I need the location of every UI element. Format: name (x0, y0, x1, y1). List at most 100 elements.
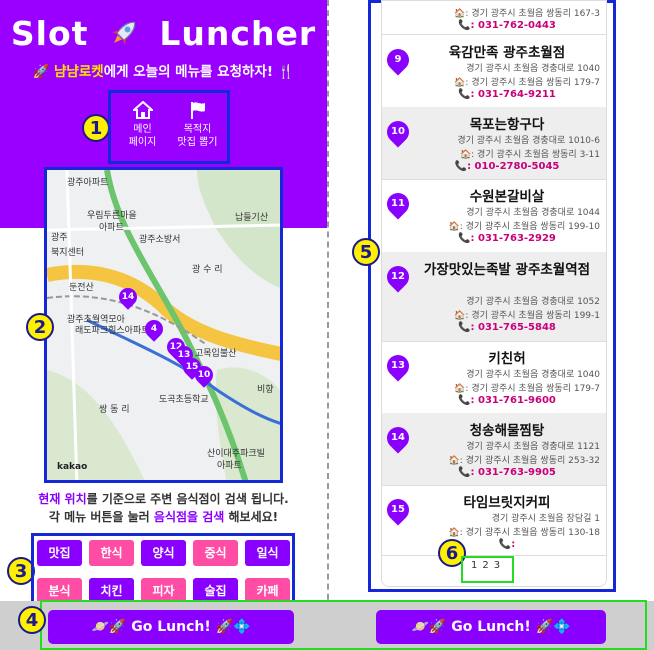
location-pin-icon: 9 (382, 44, 414, 76)
item-address-jibun: 🏠: 경기 광주시 초월읍 쌍동리 199-1 (454, 311, 600, 321)
pagination: 123 (463, 560, 513, 571)
map-label: 래도파크힐스아파트 (75, 326, 150, 336)
item-address-jibun: 🏠: 경기 광주시 초월읍 쌍동리 253-32 (448, 456, 600, 466)
item-address-jibun: 🏠: 경기 광주시 초월읍 쌍동리 3-11 (459, 150, 600, 160)
list-item[interactable]: 13 키친허경기 광주시 초월읍 경충대로 1040 🏠: 경기 광주시 초월읍 쌍… (382, 341, 606, 414)
item-name: 수원본갈비살 (469, 189, 545, 205)
item-phone: 📞: 010-2780-5045 (454, 161, 560, 172)
home-icon (132, 101, 153, 119)
item-phone: 📞: 031-765-5848 (458, 322, 556, 333)
map-label: 광주아파트 (67, 178, 109, 188)
item-phone: 📞: 031-761-9600 (458, 395, 556, 406)
annotation-badge-1: 1 (82, 114, 110, 142)
desc-search: 음식점을 검색 (153, 510, 225, 524)
item-phone: 📞: 031-762-0443 (458, 20, 556, 31)
location-pin-icon: 14 (382, 422, 414, 454)
category-button[interactable]: 양식 (141, 540, 186, 566)
item-address-jibun: 🏠: 경기 광주시 초월읍 쌍동리 179-7 (454, 78, 600, 88)
nav-random-label-1: 목적지 (183, 124, 212, 135)
desc-line2-a: 각 메뉴 버튼을 눌러 (48, 510, 154, 524)
list-item[interactable]: 15 타임브릿지커피경기 광주시 초월읍 장담길 1 🏠: 경기 광주시 초월읍 쌍… (382, 485, 606, 556)
list-item[interactable]: 14 청송해물찜탕경기 광주시 초월읍 경충대로 1121 🏠: 경기 광주시 초월… (382, 413, 606, 486)
map-label: 광주 (51, 233, 68, 243)
item-phone: 📞: 031-763-2929 (458, 233, 556, 244)
item-address-road: 경기 광주시 초월읍 경충대로 1121 (466, 442, 600, 452)
item-address-road: 경기 광주시 초월읍 경충대로 1040 (466, 64, 600, 74)
desc-line2-c: 해보세요! (224, 510, 279, 524)
map-marker[interactable]: 10 (191, 362, 217, 388)
map-label: 납들기산 (235, 213, 269, 223)
subtitle-text: 에게 오늘의 메뉴를 요청하자! (103, 64, 273, 80)
annotation-badge-5: 5 (352, 238, 380, 266)
map-label: 광주소방서 (139, 235, 181, 245)
list-item[interactable]: 9 육감만족 광주초월점경기 광주시 초월읍 경충대로 1040 🏠: 경기 광주시… (382, 35, 606, 108)
item-address-jibun: 🏠: 경기 광주시 초월읍 쌍동리 167-3 (454, 9, 600, 19)
list-item[interactable]: 10 목포는항구다경기 광주시 초월읍 경충대로 1010-6 🏠: 경기 광주시 … (382, 107, 606, 180)
rocket-icon (107, 14, 141, 53)
map-label: 고목입불산 (195, 349, 237, 359)
category-button[interactable]: 일식 (245, 540, 290, 566)
item-address-road: 경기 광주시 초월읍 장담길 1 (491, 514, 600, 524)
location-pin-icon: 15 (382, 494, 414, 526)
map-label: 비향 (257, 385, 274, 395)
map-label: 둔전산 (69, 283, 94, 293)
desc-current-location: 현재 위치 (38, 492, 87, 506)
subtitle-highlight: 냠냠로켓 (54, 64, 104, 80)
result-list[interactable]: 🏠: 경기 광주시 초월읍 쌍동리 167-3 📞: 031-762-0443 … (381, 0, 607, 587)
description: 현재 위치를 기준으로 주변 음식점이 검색 됩니다. 각 메뉴 버튼을 눌러 … (0, 490, 327, 526)
nav-main-label-2: 페이지 (128, 137, 157, 148)
subtitle: 🚀 냠냠로켓에게 오늘의 메뉴를 요청하자! 🍴 (0, 60, 327, 80)
page-2[interactable]: 2 (482, 560, 493, 571)
map-label: 아파트 (217, 461, 242, 471)
flag-icon (190, 102, 205, 119)
nav-box: 메인 페이지 목적지 맛집 뽑기 (108, 90, 230, 164)
page-3[interactable]: 3 (494, 560, 505, 571)
small-rocket-icon: 🚀 (32, 64, 50, 80)
title-right: Luncher (159, 14, 317, 53)
location-pin-icon: 13 (382, 350, 414, 382)
panel-divider (327, 0, 329, 650)
category-button[interactable]: 중식 (193, 540, 238, 566)
map-label: 아파트 (99, 223, 124, 233)
category-button[interactable]: 맛집 (37, 540, 82, 566)
map-marker[interactable]: 14 (115, 284, 141, 310)
item-name: 키친허 (488, 351, 526, 367)
map-label: 도곡초등학교 (159, 395, 209, 405)
list-item[interactable]: 11 수원본갈비살경기 광주시 초월읍 경충대로 1044 🏠: 경기 광주시 초월… (382, 179, 606, 253)
map-label: 쌍 동 리 (99, 405, 130, 415)
item-name: 가장맛있는족발 광주초월역점 (423, 262, 591, 278)
item-address-road: 경기 광주시 초월읍 경충대로 1052 (466, 297, 600, 307)
annotation-badge-4: 4 (18, 606, 46, 634)
nav-random-label-2: 맛집 뽑기 (177, 137, 218, 148)
app-title: Slot Luncher (0, 14, 327, 53)
map-view[interactable]: 광주아파트 우림두른마을 아파트 광주소방서 납들기산 광주 북지센터 광 수 … (44, 167, 283, 483)
item-address-jibun: 🏠: 경기 광주시 초월읍 쌍동리 199-10 (448, 222, 600, 232)
item-name: 타임브릿지커피 (463, 495, 551, 511)
map-marker[interactable]: 4 (141, 316, 167, 342)
map-label: 북지센터 (51, 248, 85, 258)
location-pin-icon: 10 (382, 116, 414, 148)
nav-main-page[interactable]: 메인 페이지 (115, 93, 170, 161)
list-item[interactable]: 🏠: 경기 광주시 초월읍 쌍동리 167-3 📞: 031-762-0443 (382, 1, 606, 35)
desc-line1: 를 기준으로 주변 음식점이 검색 됩니다. (86, 492, 289, 506)
item-name: 청송해물찜탕 (469, 423, 545, 439)
category-button[interactable]: 한식 (89, 540, 134, 566)
location-pin-icon: 12 (382, 261, 414, 293)
item-address-road: 경기 광주시 초월읍 경충대로 1010-6 (457, 136, 600, 146)
item-name: 목포는항구다 (469, 117, 545, 133)
fork-knife-icon: 🍴 (277, 64, 295, 80)
item-address-road: 경기 광주시 초월읍 경충대로 1040 (466, 370, 600, 380)
map-label: 광 수 리 (192, 265, 223, 275)
page-1[interactable]: 1 (471, 560, 482, 571)
item-address-jibun: 🏠: 경기 광주시 초월읍 쌍동리 179-7 (454, 384, 600, 394)
item-address-road: 경기 광주시 초월읍 경충대로 1044 (466, 208, 600, 218)
item-phone: 📞: 031-764-9211 (458, 89, 556, 100)
item-address-jibun: 🏠: 경기 광주시 초월읍 쌍동리 130-18 (448, 528, 600, 538)
nav-main-label-1: 메인 (133, 124, 152, 135)
item-phone: 📞: 031-763-9905 (458, 467, 556, 478)
list-item[interactable]: 12 가장맛있는족발 광주초월역점경기 광주시 초월읍 경충대로 1052 🏠: 경… (382, 252, 606, 342)
location-pin-icon: 11 (382, 188, 414, 220)
nav-random-restaurant[interactable]: 목적지 맛집 뽑기 (170, 93, 225, 161)
kakao-logo: kakao (57, 462, 88, 472)
item-name: 육감만족 광주초월점 (448, 45, 566, 61)
